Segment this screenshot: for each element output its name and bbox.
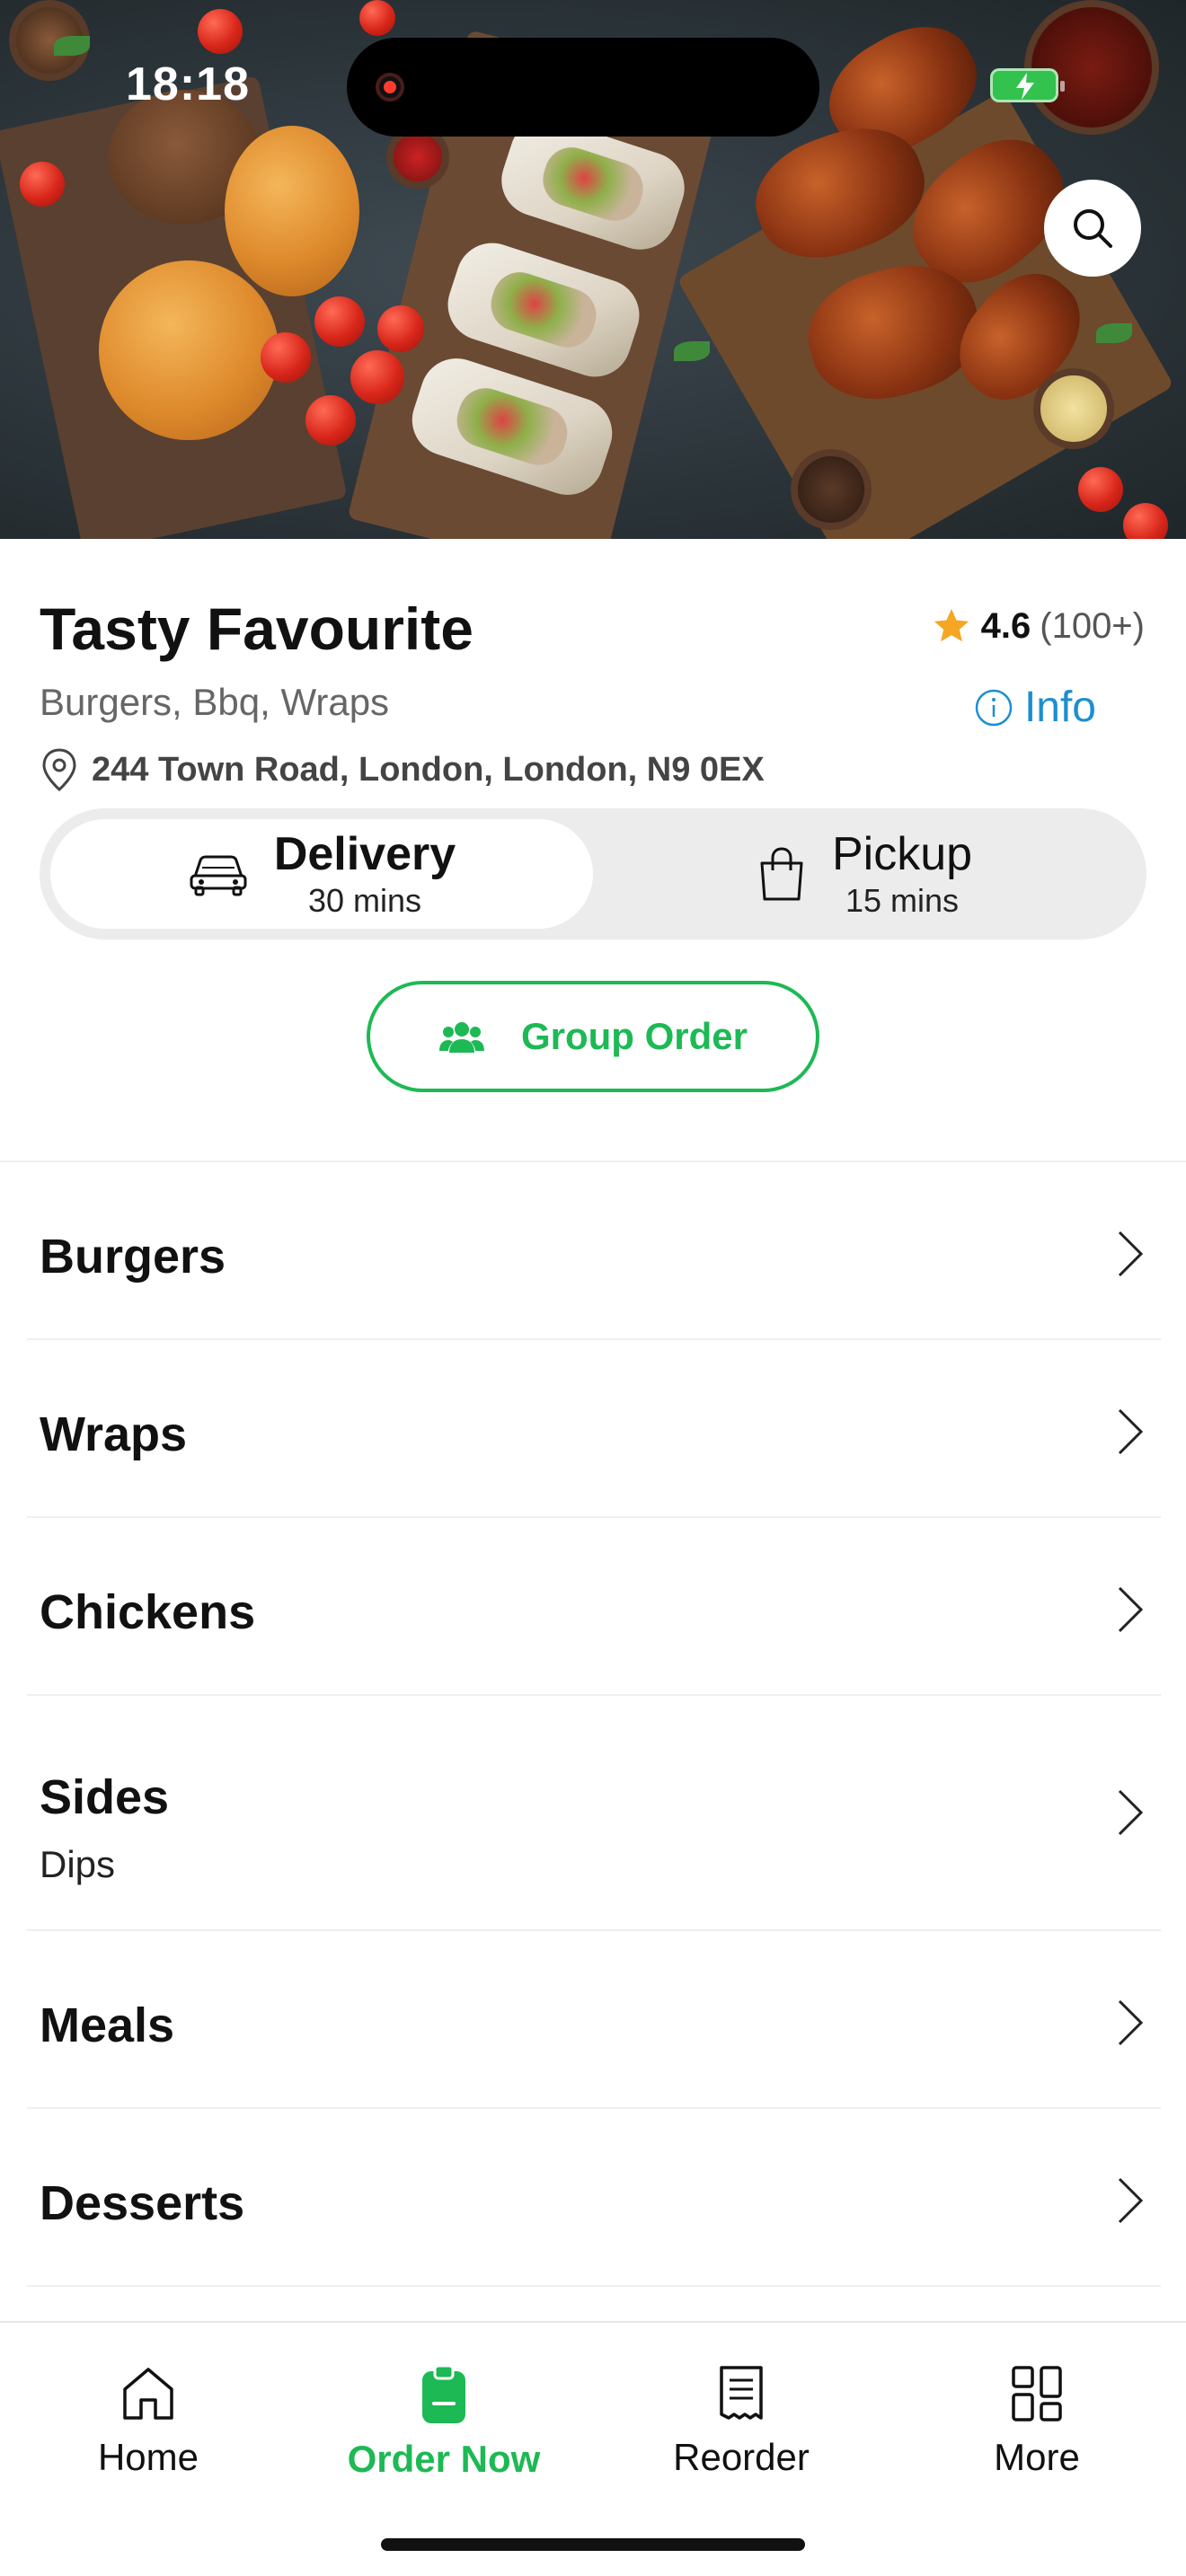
rating: 4.6 (100+) <box>931 605 1145 647</box>
leaf-garnish <box>54 36 90 56</box>
category-row-chickens[interactable]: Chickens <box>27 1518 1161 1696</box>
location-pin-icon <box>42 748 76 792</box>
info-label: Info <box>1023 684 1096 731</box>
category-name: Wraps <box>40 1407 188 1461</box>
category-row-desserts[interactable]: Desserts <box>27 2109 1161 2287</box>
screen-record-icon <box>376 73 404 101</box>
category-name: Sides <box>40 1770 170 1824</box>
category-name: Chickens <box>40 1585 256 1639</box>
info-icon <box>975 689 1013 726</box>
battery-charging-icon <box>990 68 1065 102</box>
spice-bowl <box>791 449 872 530</box>
menu-category-list: Burgers Wraps Chickens Sides Dips Meals … <box>27 1162 1161 2287</box>
tab-label: More <box>994 2436 1080 2478</box>
pickup-time: 15 mins <box>845 882 960 919</box>
dynamic-island <box>347 38 819 137</box>
rating-count: (100+) <box>1040 605 1145 646</box>
order-mode-toggle: Delivery 30 mins Pickup 15 mins <box>40 808 1146 940</box>
tab-label: Order Now <box>347 2438 541 2480</box>
tab-more[interactable]: More <box>920 2364 1154 2479</box>
tab-home[interactable]: Home <box>31 2364 265 2479</box>
category-row-sides[interactable]: Sides Dips <box>27 1696 1161 1931</box>
star-icon <box>934 608 969 642</box>
tab-order-now[interactable]: Order Now <box>327 2364 561 2481</box>
chevron-right-icon <box>1118 1408 1144 1455</box>
tomato <box>359 0 395 36</box>
delivery-option[interactable]: Delivery 30 mins <box>50 819 593 929</box>
delivery-time: 30 mins <box>307 882 422 919</box>
burger-bun <box>99 260 279 440</box>
category-name: Meals <box>40 1998 175 2052</box>
delivery-label: Delivery <box>273 828 456 880</box>
group-order-button[interactable]: Group Order <box>367 981 819 1092</box>
tab-reorder[interactable]: Reorder <box>624 2364 858 2479</box>
pickup-option[interactable]: Pickup 15 mins <box>593 819 1136 929</box>
group-icon <box>438 1022 484 1053</box>
category-name: Burgers <box>40 1230 226 1284</box>
tomato <box>305 395 356 446</box>
tomato <box>350 350 404 404</box>
tomato <box>1123 503 1168 539</box>
category-row-burgers[interactable]: Burgers <box>27 1162 1161 1340</box>
tomato <box>1078 467 1123 512</box>
tab-label: Reorder <box>673 2436 810 2478</box>
tomato <box>314 296 365 347</box>
shopping-bag-icon <box>760 847 803 901</box>
address-text: 244 Town Road, London, London, N9 0EX <box>92 750 765 789</box>
category-row-wraps[interactable]: Wraps <box>27 1340 1161 1518</box>
sauce-bowl <box>1024 0 1159 135</box>
chevron-right-icon <box>1118 2177 1144 2224</box>
car-icon <box>190 855 247 896</box>
group-order-label: Group Order <box>520 1015 748 1057</box>
address: 244 Town Road, London, London, N9 0EX <box>40 747 765 792</box>
category-name: Desserts <box>40 2176 245 2230</box>
burger-bun <box>225 126 359 296</box>
restaurant-name: Tasty Favourite <box>40 595 474 662</box>
status-time: 18:18 <box>126 58 250 110</box>
cuisine-list: Burgers, Bbq, Wraps <box>40 681 390 723</box>
grid-icon <box>1012 2366 1062 2422</box>
info-link[interactable]: Info <box>974 683 1096 732</box>
chevron-right-icon <box>1118 1231 1144 1277</box>
category-row-meals[interactable]: Meals <box>27 1931 1161 2109</box>
chevron-right-icon <box>1118 1586 1144 1633</box>
pickup-label: Pickup <box>831 828 973 880</box>
tab-label: Home <box>97 2436 199 2478</box>
tomato <box>20 162 65 207</box>
tomato <box>198 9 243 54</box>
tomato <box>261 332 311 383</box>
hero-image: 18:18 <box>0 0 1186 539</box>
home-icon <box>123 2368 173 2420</box>
rating-value: 4.6 <box>980 605 1031 646</box>
sauce-bowl <box>1033 368 1114 449</box>
chevron-right-icon <box>1118 1789 1144 1836</box>
home-indicator[interactable] <box>381 2538 805 2551</box>
chevron-right-icon <box>1118 1999 1144 2046</box>
order-icon <box>422 2364 465 2423</box>
search-icon <box>1074 209 1112 248</box>
leaf-garnish <box>1096 323 1132 343</box>
category-subtitle: Dips <box>40 1843 116 1885</box>
receipt-icon <box>720 2366 763 2420</box>
tomato <box>377 305 424 352</box>
leaf-garnish <box>674 341 710 361</box>
search-button[interactable] <box>1044 180 1141 277</box>
